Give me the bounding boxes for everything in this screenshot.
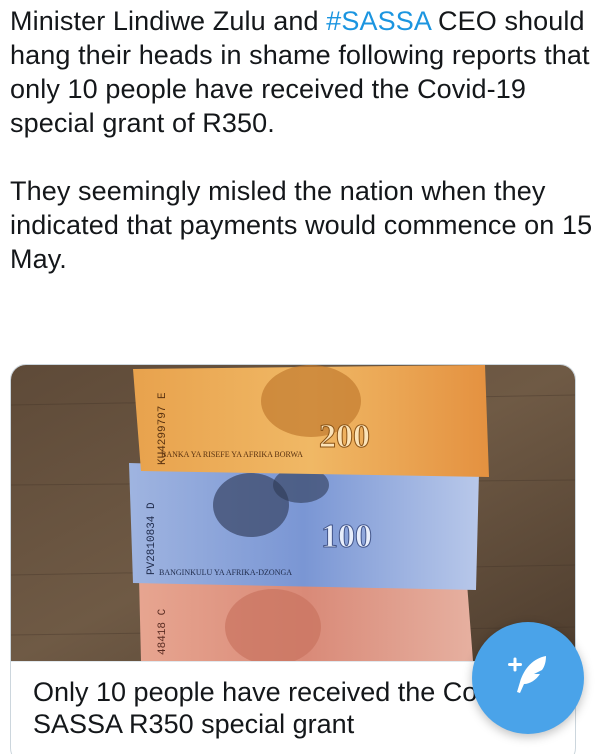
tweet-paragraph-2: They seemingly misled the nation when th… xyxy=(10,176,593,274)
banknotes-photo: 48418 C KB4048418 C PV2810834 D BANGINKU… xyxy=(11,365,575,661)
bank-name-200: BANKA YA RISEFE YA AFRIKA BORWA xyxy=(161,450,303,459)
tweet-paragraph-1: Minister Lindiwe Zulu and #SASSA CEO sho… xyxy=(10,4,596,140)
tweet-text-start: Minister Lindiwe Zulu and xyxy=(10,6,327,36)
tweet-text: Minister Lindiwe Zulu and #SASSA CEO sho… xyxy=(10,4,596,276)
compose-feather-icon xyxy=(500,648,556,709)
denomination-200: 200 xyxy=(319,418,370,455)
serial-100: PV2810834 D xyxy=(146,502,158,575)
denomination-100: 100 xyxy=(321,518,372,555)
hashtag-link[interactable]: #SASSA xyxy=(326,6,430,36)
bank-name-100: BANGINKULU YA AFRIKA-DZONGA xyxy=(159,568,292,577)
compose-tweet-button[interactable] xyxy=(472,622,584,734)
serial-50: 48418 C xyxy=(157,608,169,655)
card-image[interactable]: 48418 C KB4048418 C PV2810834 D BANGINKU… xyxy=(11,365,575,661)
